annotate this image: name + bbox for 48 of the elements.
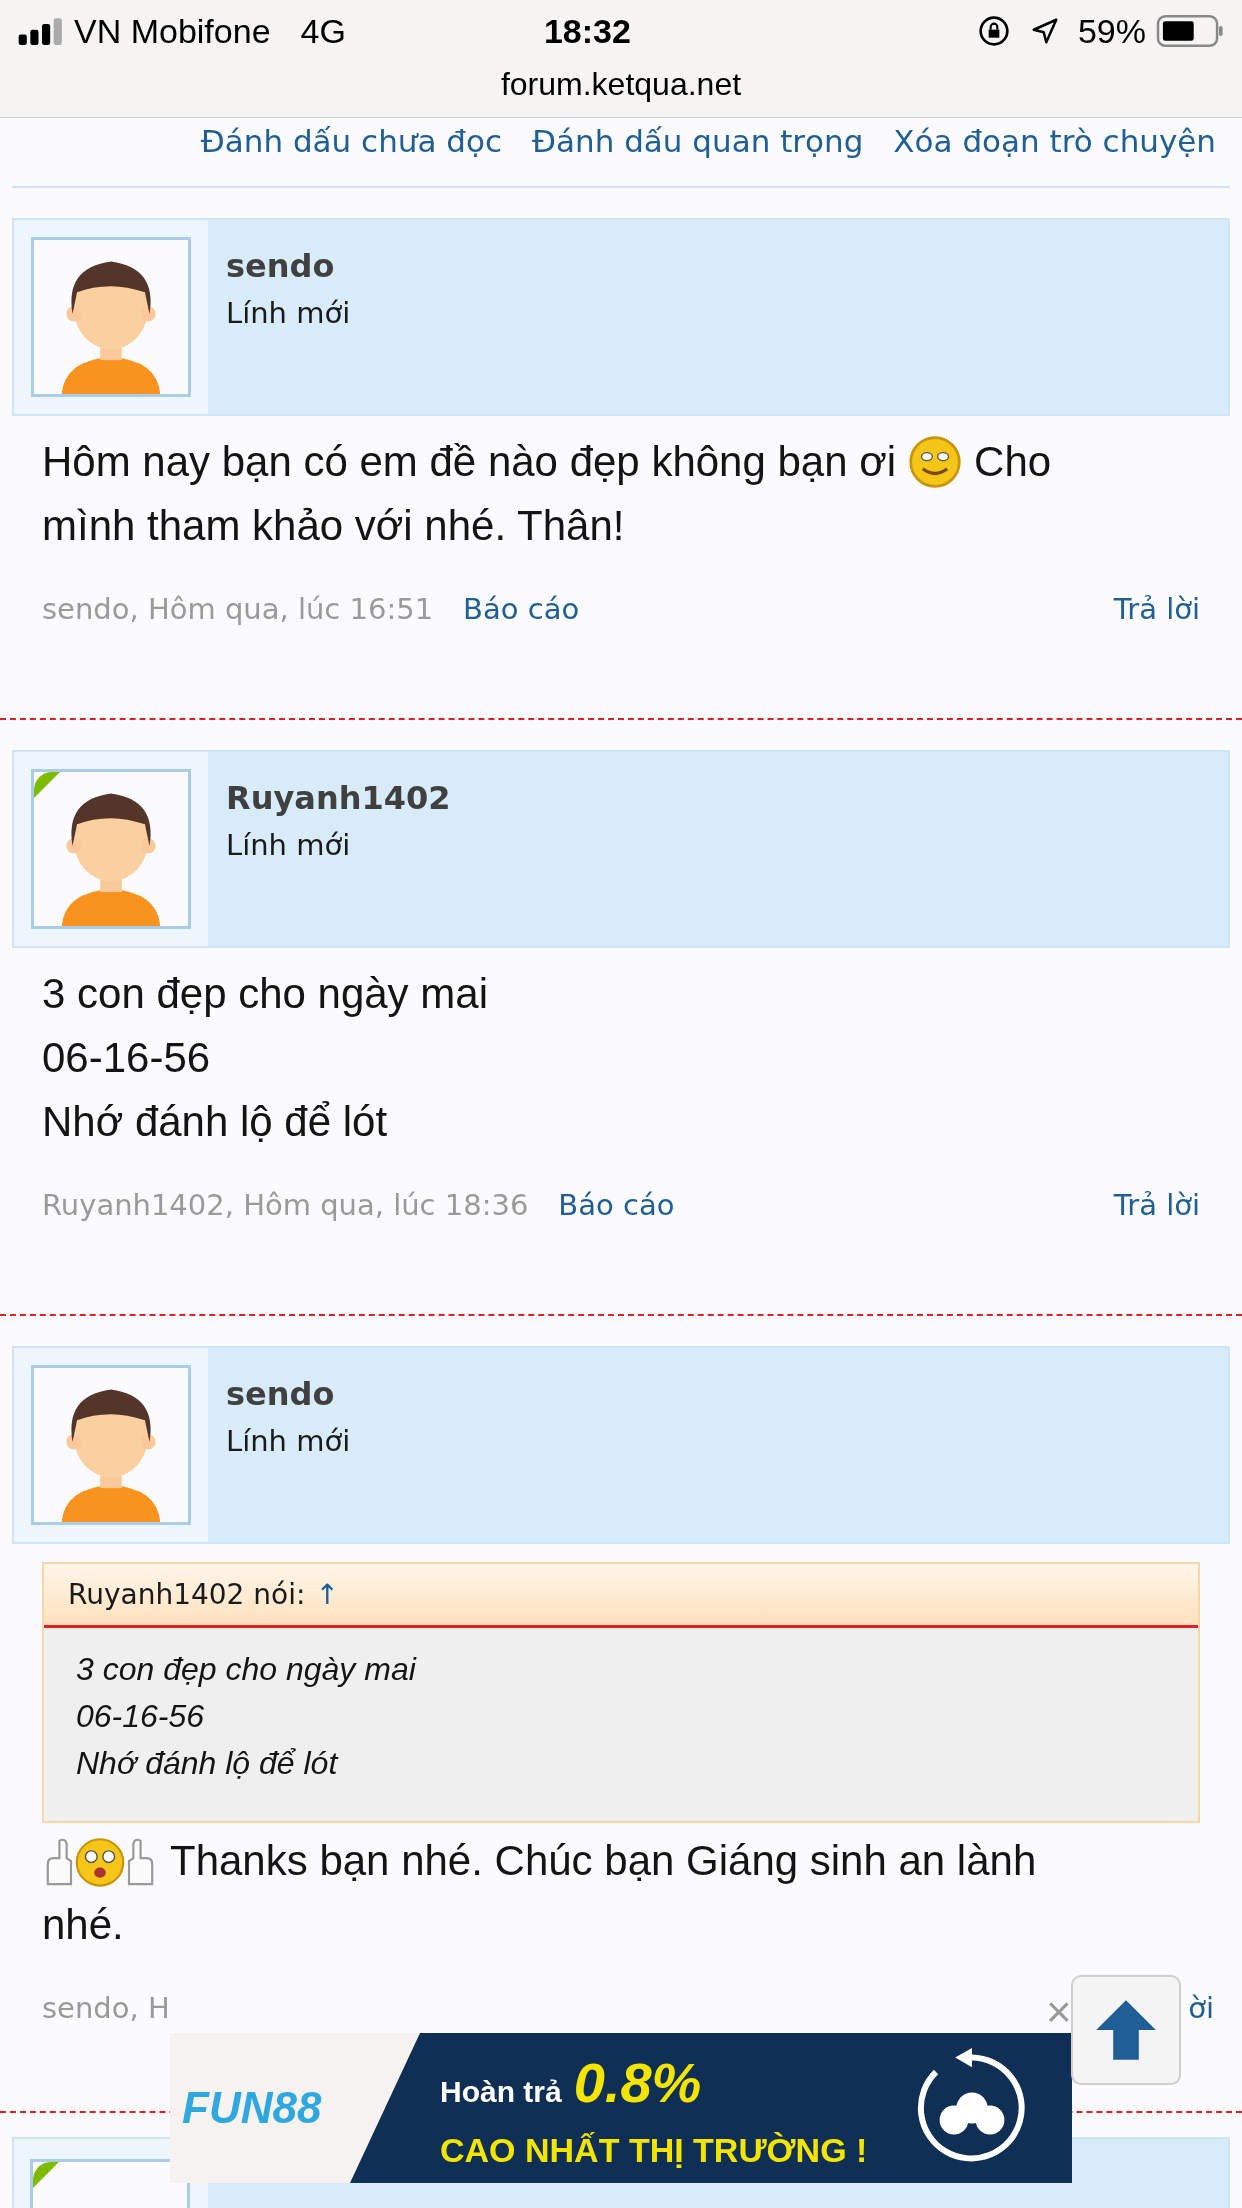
thread-action-link[interactable]: Đánh dấu quan trọng [532, 118, 864, 186]
network-type: 4G [300, 10, 346, 52]
post-meta: Ruyanh1402, Hôm qua, lúc 18:36 [42, 1187, 529, 1225]
avatar-frame[interactable] [31, 769, 191, 929]
post-meta: sendo, H [42, 1990, 170, 2028]
battery-icon [1156, 15, 1224, 47]
quote-line: 3 con đẹp cho ngày mai [76, 1650, 418, 1689]
quote-source-link[interactable]: ↑ [315, 1573, 339, 1616]
battery-percent: 59% [1077, 10, 1146, 52]
avatar-frame[interactable] [31, 237, 191, 397]
message-text: Hôm nay bạn có em đề nào đẹp không bạn ơi [42, 437, 897, 487]
reply-link[interactable]: ời [1188, 1987, 1214, 2031]
message-text: nhé. [42, 1900, 124, 1950]
reply-link[interactable]: Trả lời [1113, 588, 1200, 632]
ad-text: CAO NHẤT THỊ TRƯỜNG ! [440, 2129, 868, 2171]
message-text: 06-16-56 [42, 1033, 211, 1083]
report-link[interactable]: Báo cáo [558, 1184, 675, 1228]
quote-author: Ruyanh1402 nói: [68, 1576, 306, 1613]
username-link[interactable]: sendo [226, 242, 351, 290]
quote-line: Nhớ đánh lộ để lót [76, 1744, 340, 1783]
user-rank: Lính mới [226, 1423, 351, 1460]
user-rank: Lính mới [226, 827, 352, 864]
reply-link[interactable]: Trả lời [1113, 1184, 1200, 1228]
carrier-name: VN Mobifone [74, 10, 271, 52]
url-text: forum.ketqua.net [499, 65, 743, 104]
message-text: Cho [974, 437, 1052, 487]
post-meta: sendo, Hôm qua, lúc 16:51 [42, 591, 434, 629]
ad-brand-logo: FUN88 [182, 2082, 322, 2134]
scroll-to-top-button[interactable] [1071, 1975, 1181, 2085]
message-text: Nhớ đánh lộ để lót [42, 1097, 388, 1147]
username-link[interactable]: sendo [226, 1370, 351, 1418]
username-link[interactable]: Ruyanh1402 [226, 774, 451, 822]
ad-text: Hoàn trả [440, 2073, 562, 2110]
clock: 18:32 [543, 10, 631, 52]
up-arrow-icon [1094, 1998, 1158, 2062]
user-rank: Lính mới [226, 295, 351, 332]
avatar-frame[interactable] [31, 1365, 191, 1525]
ad-highlight: 0.8% [573, 2049, 702, 2116]
thread-action-link[interactable]: Đánh dấu chưa đọc [200, 118, 502, 186]
message-text: mình tham khảo với nhé. Thân! [42, 501, 625, 551]
ad-banner[interactable]: FUN88 Hoàn trả 0.8% CAO NHẤT THỊ TRƯỜNG ! [170, 2033, 1072, 2183]
rotation-lock-icon [977, 15, 1010, 47]
report-link[interactable]: Báo cáo [463, 588, 580, 632]
quote-line: 06-16-56 [76, 1697, 206, 1736]
thread-action-link[interactable]: Xóa đoạn trò chuyện [893, 118, 1216, 186]
smiley-icon [908, 435, 963, 489]
message-text: Thanks bạn nhé. Chúc bạn Giáng sinh an lành [170, 1836, 1037, 1886]
message-text: 3 con đẹp cho ngày mai [42, 969, 488, 1019]
